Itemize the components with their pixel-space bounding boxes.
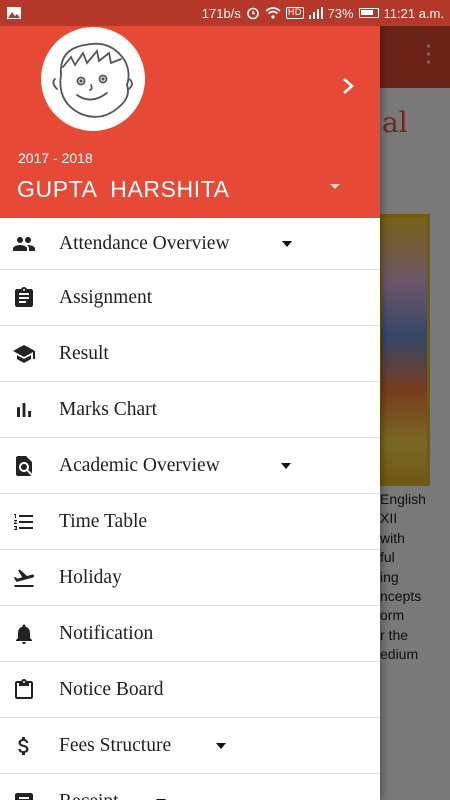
- receipt-icon: [12, 790, 36, 800]
- menu-label: Notice Board: [59, 678, 164, 700]
- battery-percent: 73%: [327, 5, 354, 21]
- signal-icon: [308, 7, 323, 19]
- menu-label: Fees Structure: [59, 734, 172, 756]
- dollar-icon: [12, 734, 36, 758]
- image-notification-icon: [7, 7, 21, 19]
- drawer-menu: Attendance Overview Assignment Result Ma…: [0, 218, 380, 800]
- menu-label: Marks Chart: [59, 398, 158, 420]
- menu-item-receipt[interactable]: Receipt: [0, 774, 380, 800]
- menu-item-notification[interactable]: Notification: [0, 606, 380, 662]
- student-name[interactable]: GUPTA HARSHITA: [17, 176, 230, 203]
- flight-takeoff-icon: [12, 566, 36, 590]
- notice-clipboard-icon: [12, 678, 36, 702]
- bell-icon: [12, 622, 36, 646]
- arrow-drop-down-icon[interactable]: [330, 184, 340, 189]
- arrow-drop-down-icon: [281, 462, 291, 469]
- menu-label: Academic Overview: [59, 454, 220, 476]
- network-speed: 171b/s: [201, 5, 241, 21]
- avatar[interactable]: [41, 27, 145, 131]
- menu-item-holiday[interactable]: Holiday: [0, 550, 380, 606]
- arrow-drop-down-icon: [216, 742, 226, 749]
- arrow-drop-down-icon: [282, 240, 292, 247]
- graduation-cap-icon: [12, 342, 36, 366]
- menu-label: Time Table: [59, 510, 148, 532]
- menu-item-marks-chart[interactable]: Marks Chart: [0, 382, 380, 438]
- status-bar: 171b/s HD 73% 11:21 a.m.: [0, 0, 450, 26]
- clipboard-icon: [12, 286, 36, 310]
- session-year: 2017 - 2018: [18, 150, 93, 166]
- menu-label: Holiday: [59, 566, 122, 588]
- menu-label: Attendance Overview: [59, 232, 230, 254]
- people-icon: [12, 232, 36, 256]
- clock: 11:21 a.m.: [383, 5, 444, 21]
- menu-label: Notification: [59, 622, 154, 644]
- menu-label: Receipt: [59, 791, 119, 800]
- menu-item-academic-overview[interactable]: Academic Overview: [0, 438, 380, 494]
- wifi-icon: [265, 7, 281, 19]
- drawer-header: 2017 - 2018 GUPTA HARSHITA: [0, 26, 380, 218]
- chevron-right-icon[interactable]: [336, 74, 360, 98]
- alarm-icon: [246, 7, 259, 20]
- find-in-page-icon: [12, 454, 36, 478]
- battery-icon: [358, 8, 379, 18]
- menu-label: Assignment: [59, 286, 153, 308]
- hd-badge: HD: [285, 7, 304, 19]
- menu-item-assignment[interactable]: Assignment: [0, 270, 380, 326]
- menu-item-result[interactable]: Result: [0, 326, 380, 382]
- navigation-drawer: 2017 - 2018 GUPTA HARSHITA Attendance Ov…: [0, 26, 380, 800]
- menu-item-notice-board[interactable]: Notice Board: [0, 662, 380, 718]
- bar-chart-icon: [12, 398, 36, 422]
- menu-item-time-table[interactable]: Time Table: [0, 494, 380, 550]
- menu-item-fees-structure[interactable]: Fees Structure: [0, 718, 380, 774]
- cartoon-child-avatar: [52, 42, 133, 118]
- menu-label: Result: [59, 342, 109, 364]
- numbered-list-icon: [12, 510, 36, 534]
- menu-item-attendance-overview[interactable]: Attendance Overview: [0, 218, 380, 270]
